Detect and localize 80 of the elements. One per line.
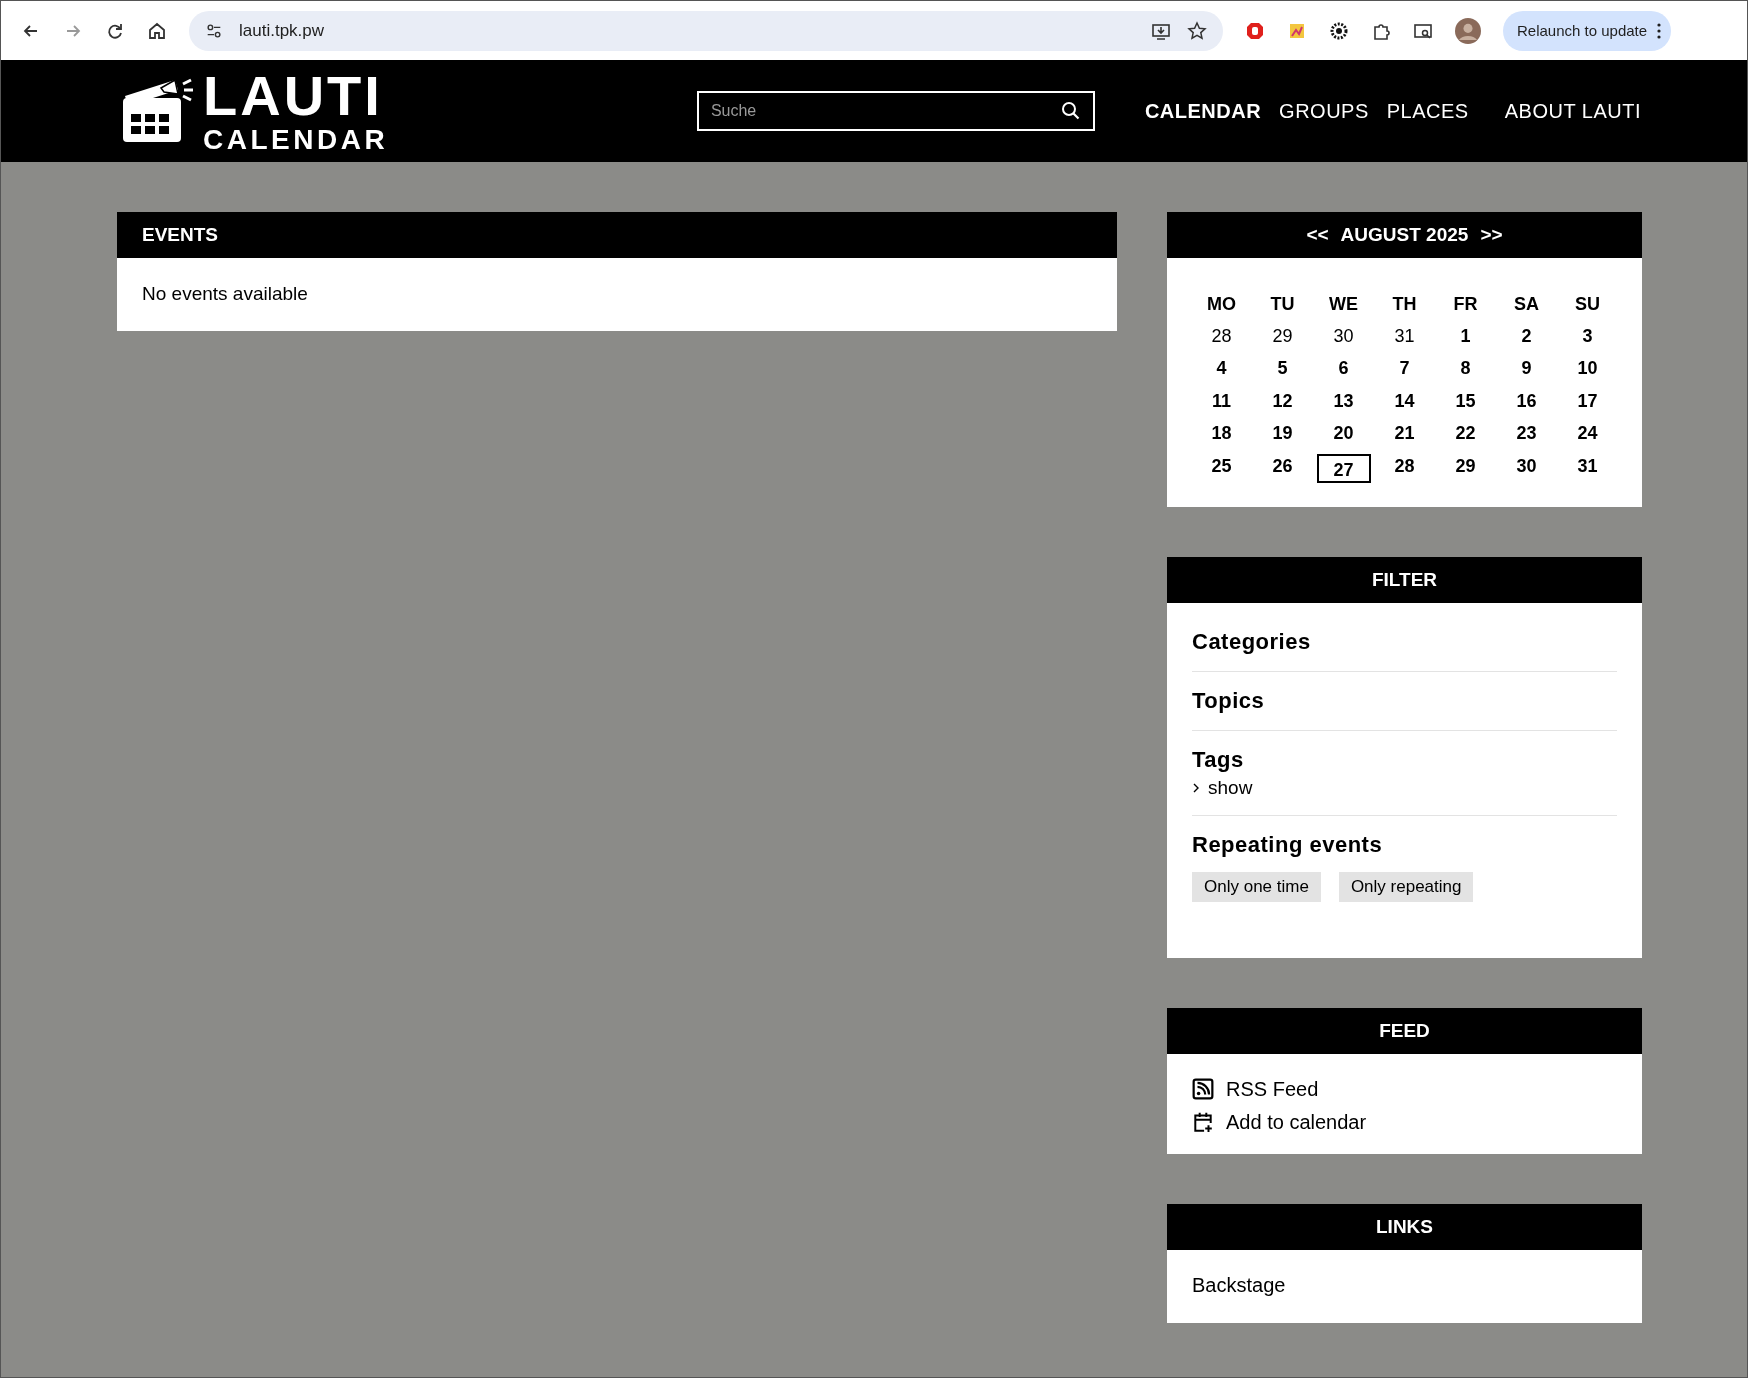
weekday-label: MO [1206, 293, 1237, 316]
filter-button[interactable]: Only one time [1192, 871, 1321, 902]
feed-link[interactable]: RSS Feed [1192, 1077, 1617, 1101]
calendar-day[interactable]: 16 [1499, 386, 1554, 416]
calendar-day[interactable]: 15 [1438, 386, 1493, 416]
nav-link[interactable]: ABOUT LAUTI [1504, 99, 1641, 123]
calendar-day[interactable]: 20 [1316, 419, 1371, 449]
logo-title[interactable]: LAUTI [203, 68, 389, 124]
weekday-label: SA [1513, 293, 1540, 316]
calendar-day[interactable]: 19 [1255, 419, 1310, 449]
chevron-right-icon [1192, 781, 1200, 794]
nav-link[interactable]: GROUPS [1279, 99, 1369, 123]
calendar-day[interactable]: 6 [1316, 354, 1371, 384]
calendar-day[interactable]: 13 [1316, 386, 1371, 416]
calendar-day[interactable]: 22 [1438, 419, 1493, 449]
calendar-day[interactable]: 2 [1499, 321, 1554, 351]
month-title: AUGUST 2025 [1340, 224, 1469, 246]
calendar-day[interactable]: 23 [1499, 419, 1554, 449]
weekday-label: FR [1452, 293, 1479, 316]
weekday-label: TU [1269, 293, 1296, 316]
logo-subtitle[interactable]: CALENDAR [203, 126, 389, 154]
calendar-day[interactable]: 29 [1255, 321, 1310, 351]
next-month-link[interactable]: >> [1480, 224, 1503, 246]
filter-heading[interactable]: Repeating events [1192, 831, 1617, 858]
calendar-day[interactable]: 14 [1377, 386, 1432, 416]
calendar-day[interactable]: 27 [1316, 453, 1371, 483]
calendar-day[interactable]: 26 [1255, 451, 1310, 481]
calendar-day[interactable]: 4 [1194, 354, 1249, 384]
panel-title: EVENTS [117, 212, 1117, 258]
calendar-day[interactable]: 30 [1316, 321, 1371, 351]
calendar-day[interactable]: 3 [1560, 321, 1615, 351]
nav-link[interactable]: CALENDAR [1144, 99, 1262, 123]
address-bar[interactable]: lauti.tpk.pw [189, 10, 1223, 51]
calendar-day[interactable]: 28 [1194, 321, 1249, 351]
home-icon[interactable] [147, 20, 167, 41]
panel-title: FEED [1167, 1007, 1642, 1054]
calendar-day[interactable]: 17 [1560, 386, 1615, 416]
search-field[interactable]: Suche [696, 91, 1095, 131]
calendar-day[interactable]: 21 [1377, 419, 1432, 449]
rss-icon [1192, 1078, 1214, 1100]
nav-link[interactable]: PLACES [1386, 99, 1469, 123]
feed-link[interactable]: Add to calendar [1192, 1110, 1617, 1134]
calendar-day[interactable]: 28 [1377, 451, 1432, 481]
more-icon[interactable] [1657, 22, 1662, 39]
calendar-day[interactable]: 30 [1499, 451, 1554, 481]
calendar-day[interactable]: 11 [1194, 386, 1249, 416]
calendar-plus-icon [1192, 1111, 1214, 1133]
panel-title: LINKS [1167, 1203, 1642, 1250]
calendar-day[interactable]: 29 [1438, 451, 1493, 481]
weekday-label: SU [1574, 293, 1601, 316]
calendar-day[interactable]: 31 [1377, 321, 1432, 351]
weekday-label: TH [1391, 293, 1418, 316]
url-text: lauti.tpk.pw [239, 20, 325, 41]
calendar-day[interactable]: 12 [1255, 386, 1310, 416]
calendar-day[interactable]: 1 [1438, 321, 1493, 351]
extension-icon[interactable] [1329, 20, 1349, 41]
calendar-day[interactable]: 10 [1560, 354, 1615, 384]
filter-button[interactable]: Only repeating [1338, 871, 1474, 902]
backstage-link[interactable]: Backstage [1192, 1273, 1286, 1296]
panel-title: FILTER [1167, 556, 1642, 603]
filter-heading[interactable]: Tags [1192, 746, 1617, 773]
calendar-day[interactable]: 9 [1499, 354, 1554, 384]
calendar-day[interactable]: 5 [1255, 354, 1310, 384]
filter-heading[interactable]: Topics [1192, 687, 1617, 714]
previous-month-link[interactable]: << [1306, 224, 1329, 246]
calendar-day[interactable]: 31 [1560, 451, 1615, 481]
filter-heading[interactable]: Categories [1192, 628, 1617, 655]
calendar-day[interactable]: 24 [1560, 419, 1615, 449]
avatar-icon[interactable] [1455, 17, 1481, 44]
show-toggle[interactable]: show [1192, 776, 1253, 799]
calendar-day[interactable]: 25 [1194, 451, 1249, 481]
calendar-day[interactable]: 7 [1377, 354, 1432, 384]
star-icon[interactable] [1187, 20, 1207, 41]
empty-message: No events available [142, 282, 309, 306]
calendar-day[interactable]: 8 [1438, 354, 1493, 384]
search-icon[interactable] [1060, 101, 1081, 121]
relaunch-button[interactable]: Relaunch to update [1503, 10, 1672, 51]
site-settings-icon[interactable] [205, 21, 223, 40]
weekday-label: WE [1328, 293, 1359, 316]
calendar-day[interactable]: 18 [1194, 419, 1249, 449]
